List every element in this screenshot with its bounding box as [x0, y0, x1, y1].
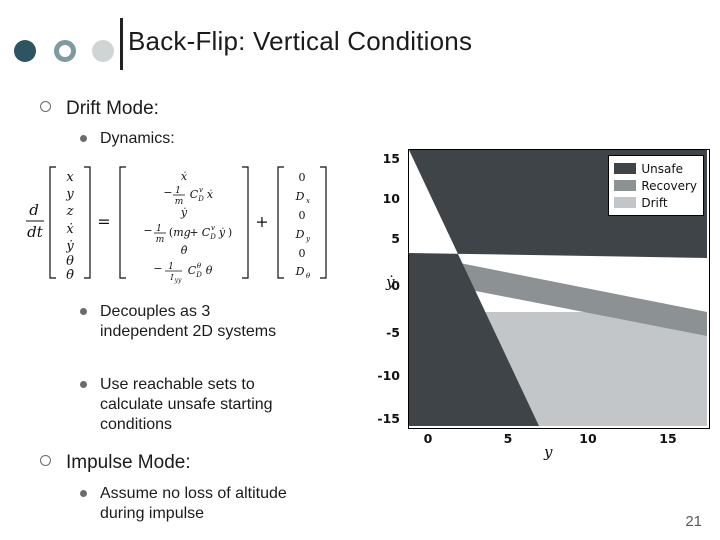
legend-item-drift: Drift — [614, 194, 697, 211]
bullet-assume: Assume no loss of altitude during impuls… — [80, 484, 300, 524]
bullet-marker-hollow-icon — [40, 455, 51, 466]
legend-swatch-drift-icon — [614, 197, 637, 208]
bullet-drift-mode: Drift Mode: — [40, 98, 159, 120]
svg-text:=: = — [97, 212, 110, 231]
legend-item-unsafe: Unsafe — [614, 160, 697, 177]
page-title: Back-Flip: Vertical Conditions — [128, 26, 473, 56]
bullet-drift-mode-label: Drift Mode: — [66, 98, 159, 119]
legend-label-recovery: Recovery — [641, 178, 697, 193]
svg-text:0: 0 — [299, 171, 306, 184]
x-axis-label: y — [544, 443, 553, 461]
bullet-decouples-label: Decouples as 3 independent 2D systems — [100, 303, 277, 340]
y-tick-1: 10 — [382, 191, 400, 206]
svg-text:ẏ: ẏ — [180, 206, 188, 219]
svg-text:z: z — [66, 204, 74, 219]
reachable-set-plot: 15 10 5 0 -5 -10 -15 0 5 10 15 ẏ y Unsaf… — [360, 143, 718, 461]
svg-text:d: d — [29, 201, 39, 219]
svg-text:D: D — [295, 228, 305, 241]
bullet-marker-solid-icon — [80, 490, 87, 497]
y-tick-2: 5 — [391, 231, 400, 246]
bullet-marker-solid-icon — [80, 135, 87, 142]
svg-text:ẋ: ẋ — [181, 170, 188, 183]
y-tick-5: -10 — [377, 368, 400, 383]
y-tick-6: -15 — [377, 411, 400, 426]
equation-svg: d dt x y z ẋ ẏ θ θ̇ = ẋ − 1 m C D v ẋ ẏ … — [26, 166, 327, 284]
legend-swatch-recovery-icon — [614, 180, 637, 191]
legend-swatch-unsafe-icon — [614, 163, 637, 174]
header-divider — [120, 18, 123, 70]
svg-text:ẋ: ẋ — [207, 188, 214, 201]
bullet-reachable: Use reachable sets to calculate unsafe s… — [80, 375, 305, 435]
decoration-circle-light — [92, 40, 114, 62]
bullet-assume-label: Assume no loss of altitude during impuls… — [100, 485, 287, 522]
bullet-dynamics-label: Dynamics: — [100, 130, 175, 147]
dynamics-equation: d dt x y z ẋ ẏ θ θ̇ = ẋ − 1 m C D v ẋ ẏ … — [8, 155, 353, 290]
svg-text:−: − — [153, 262, 162, 275]
svg-text:yy: yy — [174, 277, 182, 284]
svg-text:D: D — [209, 233, 216, 241]
bullet-marker-solid-icon — [80, 381, 87, 388]
svg-text:x: x — [306, 197, 310, 205]
decoration-circle-ring — [54, 40, 76, 62]
bullet-impulse-mode-label: Impulse Mode: — [66, 452, 191, 473]
svg-text:D: D — [295, 265, 305, 278]
svg-text:ẋ: ẋ — [66, 222, 74, 237]
svg-text:θ: θ — [206, 264, 213, 277]
plot-legend: Unsafe Recovery Drift — [608, 155, 704, 216]
svg-text:mg: mg — [173, 226, 190, 239]
bullet-marker-solid-icon — [80, 308, 87, 315]
bullet-dynamics: Dynamics: — [80, 129, 175, 149]
svg-text:y: y — [305, 235, 311, 243]
y-tick-4: -5 — [386, 325, 400, 340]
svg-text:θ: θ — [66, 254, 74, 269]
svg-text:m: m — [156, 235, 165, 245]
bullet-impulse-mode: Impulse Mode: — [40, 452, 191, 474]
svg-text:): ) — [228, 226, 232, 239]
x-tick-2: 10 — [579, 431, 597, 446]
svg-text:D: D — [295, 190, 305, 203]
svg-text:dt: dt — [27, 223, 44, 241]
svg-text:1: 1 — [168, 262, 174, 272]
slide-header: Back-Flip: Vertical Conditions — [0, 0, 720, 78]
svg-text:D: D — [195, 271, 202, 279]
svg-text:+: + — [255, 212, 268, 231]
svg-text:ẏ: ẏ — [218, 226, 226, 239]
legend-label-unsafe: Unsafe — [641, 161, 683, 176]
bullet-marker-hollow-icon — [40, 101, 51, 112]
svg-text:ẏ: ẏ — [65, 239, 74, 254]
svg-text:θ̇: θ̇ — [66, 268, 74, 283]
decoration-circle-dark — [14, 40, 36, 62]
svg-text:θ̇: θ̇ — [181, 244, 188, 257]
svg-text:y: y — [65, 187, 74, 202]
svg-text:v: v — [211, 224, 215, 232]
legend-label-drift: Drift — [641, 195, 668, 210]
bullet-reachable-label: Use reachable sets to calculate unsafe s… — [100, 376, 273, 433]
svg-text:0: 0 — [299, 209, 306, 222]
y-tick-0: 15 — [382, 151, 400, 166]
svg-text:D: D — [197, 195, 204, 203]
plot-area: Unsafe Recovery Drift — [408, 149, 710, 429]
y-axis-label: ẏ — [386, 273, 395, 291]
svg-text:1: 1 — [175, 186, 181, 196]
svg-text:θ: θ — [306, 272, 311, 280]
x-tick-3: 15 — [659, 431, 677, 446]
svg-text:x: x — [66, 170, 74, 185]
svg-text:0: 0 — [299, 247, 306, 260]
x-tick-1: 5 — [503, 431, 513, 446]
svg-text:−: − — [143, 224, 152, 237]
bullet-decouples: Decouples as 3 independent 2D systems — [80, 302, 300, 342]
svg-text:+: + — [189, 226, 198, 239]
svg-text:θ: θ — [197, 262, 202, 270]
svg-text:−: − — [163, 186, 172, 199]
x-tick-0: 0 — [423, 431, 433, 446]
svg-text:1: 1 — [156, 224, 162, 234]
legend-item-recovery: Recovery — [614, 177, 697, 194]
svg-text:v: v — [199, 186, 203, 194]
page-number: 21 — [685, 513, 702, 530]
